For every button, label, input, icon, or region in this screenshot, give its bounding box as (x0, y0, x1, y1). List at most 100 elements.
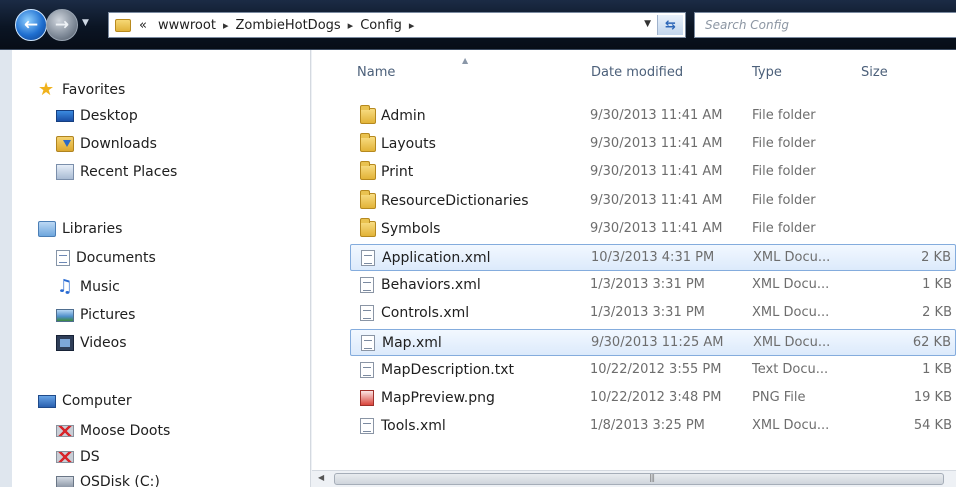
file-name: Map.xml (382, 334, 442, 351)
nav-item-label: Recent Places (80, 164, 178, 180)
file-type: XML Docu... (752, 277, 830, 293)
scrollbar-thumb[interactable]: ||| (334, 473, 944, 485)
file-row[interactable]: MapPreview.png 10/22/2012 3:48 PM PNG File… (350, 385, 956, 412)
file-row[interactable]: ResourceDictionaries 9/30/2013 11:41 AM Fi… (350, 188, 956, 215)
file-name: Print (381, 164, 414, 181)
file-row[interactable]: Map.xml 9/30/2013 11:25 AM XML Docu... 62 K… (350, 328, 956, 356)
file-name: Admin (381, 108, 426, 124)
nav-item-music[interactable]: ♫ Music (56, 276, 120, 298)
documents-icon (56, 250, 70, 266)
nav-libraries-label: Libraries (62, 221, 123, 237)
file-date-modified: 1/3/2013 3:31 PM (590, 305, 705, 321)
column-header-date-modified[interactable]: Date modified (591, 65, 683, 87)
file-type: XML Docu... (753, 250, 831, 265)
file-row[interactable]: Tools.xml 1/8/2013 3:25 PM XML Docu... 54 K… (350, 413, 956, 440)
nav-libraries[interactable]: Libraries (38, 218, 122, 240)
nav-item-desktop[interactable]: Desktop (56, 105, 138, 127)
disconnected-drive-icon (56, 425, 74, 437)
file-name: Application.xml (382, 250, 491, 266)
chevron-right-icon[interactable]: ▸ (223, 19, 229, 32)
nav-item-pictures[interactable]: Pictures (56, 304, 135, 326)
horizontal-scrollbar[interactable]: ◀ ||| (312, 470, 956, 487)
file-row[interactable]: MapDescription.txt 10/22/2012 3:55 PM Text… (350, 357, 956, 384)
xml-file-icon (361, 334, 375, 351)
file-date-modified: 1/8/2013 3:25 PM (590, 418, 705, 434)
file-row[interactable]: Controls.xml 1/3/2013 3:31 PM XML Docu... 2… (350, 300, 956, 327)
nav-computer-label: Computer (62, 393, 132, 409)
file-size: 1 KB (922, 277, 952, 293)
nav-item-ds[interactable]: DS (56, 446, 100, 468)
xml-file-icon (360, 418, 374, 435)
address-bar[interactable]: « wwwroot ▸ ZombieHotDogs ▸ Config ▸ ▼ ⇆ (108, 12, 686, 38)
chevron-right-icon[interactable]: ▸ (409, 19, 415, 32)
column-header-name[interactable]: Name (357, 65, 395, 87)
sort-ascending-icon: ▲ (462, 56, 469, 65)
file-name: Layouts (381, 136, 436, 153)
nav-item-label: Pictures (80, 307, 136, 323)
hard-drive-icon (56, 476, 74, 487)
nav-item-osdisk[interactable]: OSDisk (C:) (56, 471, 160, 487)
chevron-right-icon[interactable]: ▸ (348, 19, 354, 32)
breadcrumb-config[interactable]: Config (360, 18, 402, 33)
nav-item-moose-doots[interactable]: Moose Doots (56, 420, 170, 442)
chevron-down-icon: ▼ (82, 18, 89, 28)
png-file-icon (360, 390, 374, 406)
file-date-modified: 10/22/2012 3:55 PM (590, 361, 722, 377)
breadcrumb-wwwroot[interactable]: wwwroot (158, 18, 216, 33)
music-note-icon: ♫ (56, 276, 74, 297)
file-row[interactable]: Symbols 9/30/2013 11:41 AM File folder (350, 216, 956, 243)
file-type: File folder (752, 164, 816, 180)
search-input[interactable]: Search Config (694, 12, 956, 38)
computer-icon (38, 394, 56, 408)
refresh-button[interactable]: ⇆ (657, 15, 683, 35)
column-header-size[interactable]: Size (861, 65, 888, 87)
column-header-type[interactable]: Type (752, 65, 782, 87)
file-type: File folder (752, 192, 816, 208)
nav-item-label: Downloads (80, 136, 157, 152)
file-date-modified: 9/30/2013 11:25 AM (591, 334, 724, 350)
address-dropdown-icon[interactable]: ▼ (644, 19, 651, 29)
folder-icon (360, 189, 376, 209)
xml-file-icon (360, 277, 374, 294)
nav-computer[interactable]: Computer (38, 390, 132, 412)
folder-icon (360, 217, 376, 237)
file-row[interactable]: Application.xml 10/3/2013 4:31 PM XML Docu… (350, 244, 956, 271)
nav-item-recent-places[interactable]: Recent Places (56, 161, 177, 183)
file-name: Tools.xml (381, 418, 446, 435)
breadcrumb-overflow[interactable]: « (139, 18, 147, 33)
file-size: 19 KB (913, 390, 952, 405)
back-button[interactable]: ← (15, 9, 47, 41)
breadcrumb-zombiehotdogs[interactable]: ZombieHotDogs (235, 18, 340, 33)
file-name: ResourceDictionaries (381, 192, 529, 209)
star-icon: ★ (38, 79, 55, 100)
disconnected-drive-icon (56, 451, 74, 463)
file-type: File folder (752, 136, 816, 152)
xml-file-icon (361, 250, 375, 266)
folder-icon (360, 105, 376, 124)
file-type: Text Docu... (752, 361, 829, 377)
file-name: MapDescription.txt (381, 361, 514, 378)
file-row[interactable]: Behaviors.xml 1/3/2013 3:31 PM XML Docu...… (350, 272, 956, 299)
desktop-icon (56, 110, 74, 122)
file-type: XML Docu... (752, 305, 830, 321)
nav-favorites[interactable]: ★ Favorites (38, 79, 125, 101)
file-row[interactable]: Admin 9/30/2013 11:41 AM File folder (350, 103, 956, 130)
nav-item-documents[interactable]: Documents (56, 247, 156, 269)
file-date-modified: 10/22/2012 3:48 PM (590, 390, 722, 405)
file-row[interactable]: Layouts 9/30/2013 11:41 AM File folder (350, 131, 956, 158)
file-size: 54 KB (913, 418, 952, 434)
nav-item-videos[interactable]: Videos (56, 332, 127, 354)
videos-icon (56, 335, 74, 351)
file-row[interactable]: Print 9/30/2013 11:41 AM File folder (350, 159, 956, 186)
forward-button[interactable]: → (46, 9, 78, 41)
recent-pages-dropdown[interactable]: ▼ (82, 18, 92, 32)
libraries-icon (38, 221, 56, 237)
nav-item-label: OSDisk (C:) (80, 474, 160, 487)
nav-item-label: Documents (76, 250, 156, 266)
nav-item-downloads[interactable]: Downloads (56, 133, 157, 155)
scroll-left-icon[interactable]: ◀ (318, 473, 324, 482)
file-size: 1 KB (922, 361, 952, 377)
file-date-modified: 9/30/2013 11:41 AM (590, 108, 723, 123)
file-date-modified: 9/30/2013 11:41 AM (590, 220, 723, 236)
nav-item-label: DS (80, 449, 100, 465)
